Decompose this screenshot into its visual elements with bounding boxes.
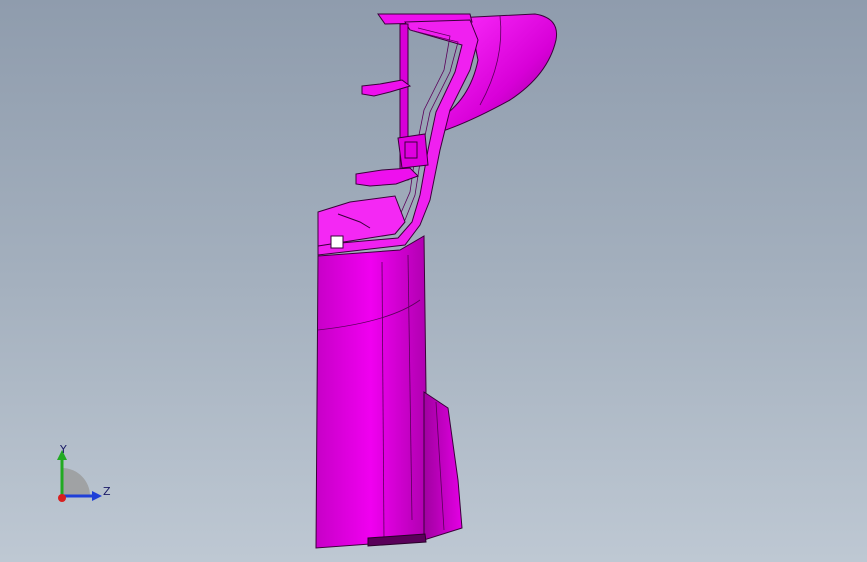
y-axis-label: Y [60, 443, 67, 456]
connector-block [397, 133, 429, 169]
3d-viewport[interactable]: Y Z [0, 0, 867, 562]
triad-axes [57, 450, 102, 502]
x-axis-dot [58, 494, 66, 502]
3d-part-model[interactable] [0, 0, 867, 562]
white-window [330, 235, 344, 249]
z-axis-label: Z [103, 485, 111, 498]
triad-rotation-arc [62, 468, 90, 496]
lower-body-main [315, 235, 427, 549]
clip-tab-middle [355, 167, 419, 187]
coordinate-triad: Y Z [40, 440, 120, 510]
z-axis-arrow [92, 491, 102, 501]
